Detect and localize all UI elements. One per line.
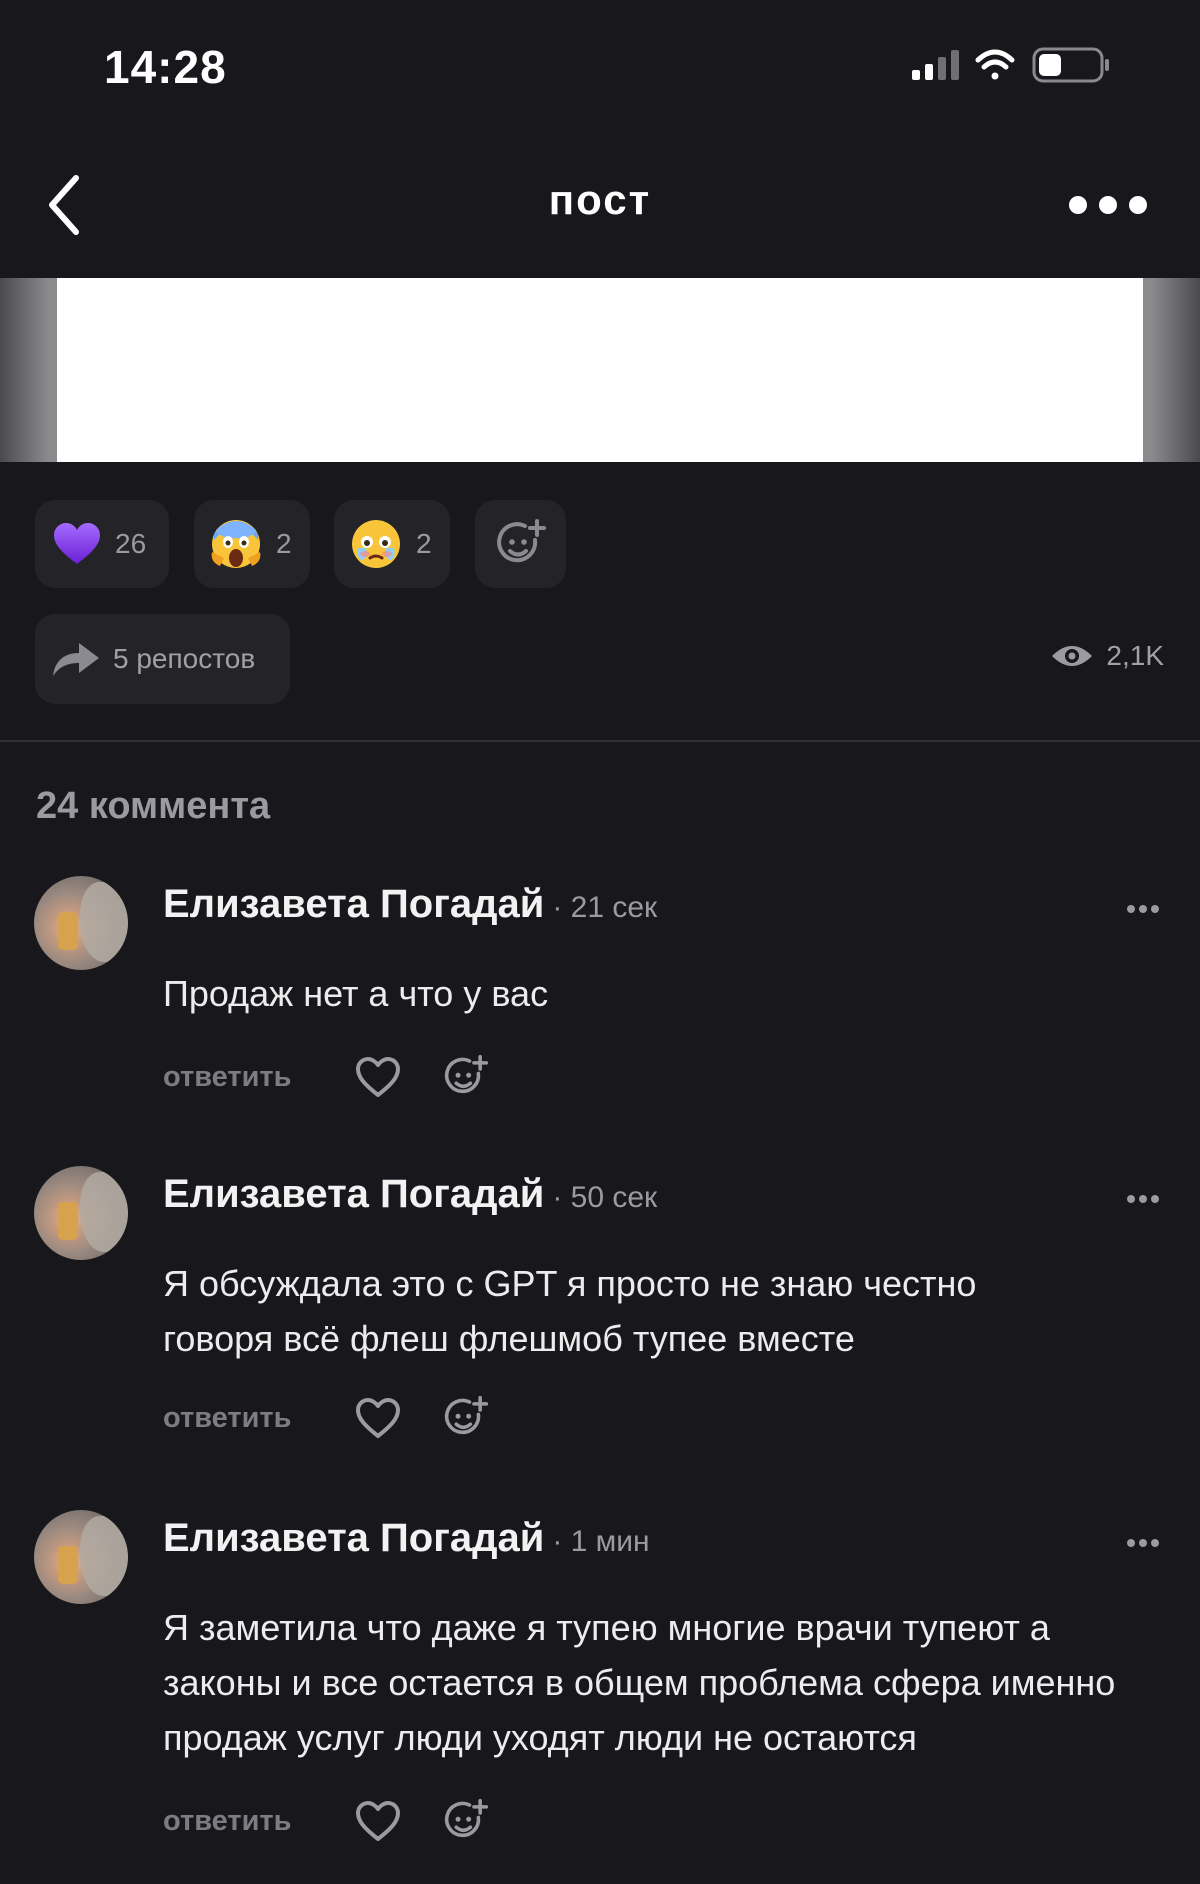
status-time: 14:28 — [104, 41, 227, 93]
reply-button[interactable]: ответить — [163, 1061, 355, 1094]
post-media[interactable] — [0, 278, 1200, 462]
status-bar: 14:28 — [0, 0, 1200, 130]
avatar[interactable] — [34, 1510, 128, 1604]
add-reaction-button[interactable] — [475, 500, 566, 588]
status-icons — [912, 47, 1109, 83]
comment-time: · 1 мин — [552, 1525, 650, 1558]
avatar[interactable] — [34, 876, 128, 970]
comment-actions: ответить — [163, 1796, 489, 1846]
repost-button[interactable]: 5 репостов — [35, 614, 290, 704]
heart-icon[interactable] — [355, 1055, 401, 1099]
reaction-screaming-face[interactable]: 2 — [194, 500, 310, 588]
comment-author[interactable]: Елизавета Погадай — [163, 1172, 544, 1216]
comment-author[interactable]: Елизавета Погадай — [163, 882, 544, 926]
reaction-count: 26 — [115, 528, 147, 559]
comment-header: Елизавета Погадай · 21 сек — [163, 882, 657, 927]
views-counter: 2,1K — [1050, 640, 1164, 672]
purple-heart-emoji — [54, 523, 100, 564]
comment-item: Елизавета Погадай · 21 сек Продаж нет а ч… — [0, 876, 1200, 1116]
share-arrow-icon — [53, 643, 99, 676]
reply-button[interactable]: ответить — [163, 1805, 355, 1838]
comment-item: Елизавета Погадай · 50 сек Я обсуждала эт… — [0, 1166, 1200, 1466]
comment-item: Елизавета Погадай · 1 мин Я заметила что … — [0, 1510, 1200, 1850]
add-reaction-icon — [496, 519, 546, 563]
wifi-icon — [975, 49, 1015, 80]
reaction-count: 2 — [416, 528, 432, 559]
add-reaction-icon[interactable] — [443, 1395, 489, 1441]
comment-text: Я обсуждала это с GPT я просто не знаю ч… — [163, 1263, 977, 1359]
holding-back-tears-emoji — [352, 520, 400, 568]
comment-text: Я заметила что даже я тупею многие врачи… — [163, 1607, 1116, 1758]
heart-icon[interactable] — [355, 1799, 401, 1843]
more-horizontal-icon[interactable] — [1126, 1538, 1160, 1548]
battery-icon — [1032, 47, 1109, 83]
add-reaction-icon[interactable] — [443, 1054, 489, 1100]
more-horizontal-icon[interactable] — [1126, 1194, 1160, 1204]
page-title: пост — [548, 176, 652, 223]
more-horizontal-icon[interactable] — [1068, 192, 1148, 218]
avatar[interactable] — [34, 1166, 128, 1260]
repost-label: 5 репостов — [113, 643, 256, 674]
comment-text: Продаж нет а что у вас — [163, 973, 549, 1014]
comment-actions: ответить — [163, 1052, 489, 1102]
comment-time: · 21 сек — [552, 891, 658, 924]
post-media-image — [57, 278, 1143, 462]
reaction-purple-heart[interactable]: 26 — [35, 500, 169, 588]
signal-icon — [912, 50, 959, 80]
nav-bar: пост — [0, 130, 1200, 278]
reply-button[interactable]: ответить — [163, 1402, 355, 1435]
heart-icon[interactable] — [355, 1396, 401, 1440]
add-reaction-icon[interactable] — [443, 1798, 489, 1844]
views-count: 2,1K — [1106, 640, 1164, 671]
comments-header: 24 коммента — [36, 785, 271, 827]
eye-icon — [1052, 646, 1093, 666]
more-horizontal-icon[interactable] — [1126, 904, 1160, 914]
comment-header: Елизавета Погадай · 50 сек — [163, 1172, 657, 1217]
comment-actions: ответить — [163, 1393, 489, 1443]
screaming-face-emoji — [211, 520, 261, 568]
divider — [0, 740, 1200, 742]
comment-author[interactable]: Елизавета Погадай — [163, 1516, 544, 1560]
reaction-holding-tears[interactable]: 2 — [334, 500, 450, 588]
reaction-count: 2 — [276, 528, 292, 559]
comment-header: Елизавета Погадай · 1 мин — [163, 1516, 650, 1561]
comment-time: · 50 сек — [552, 1181, 658, 1214]
